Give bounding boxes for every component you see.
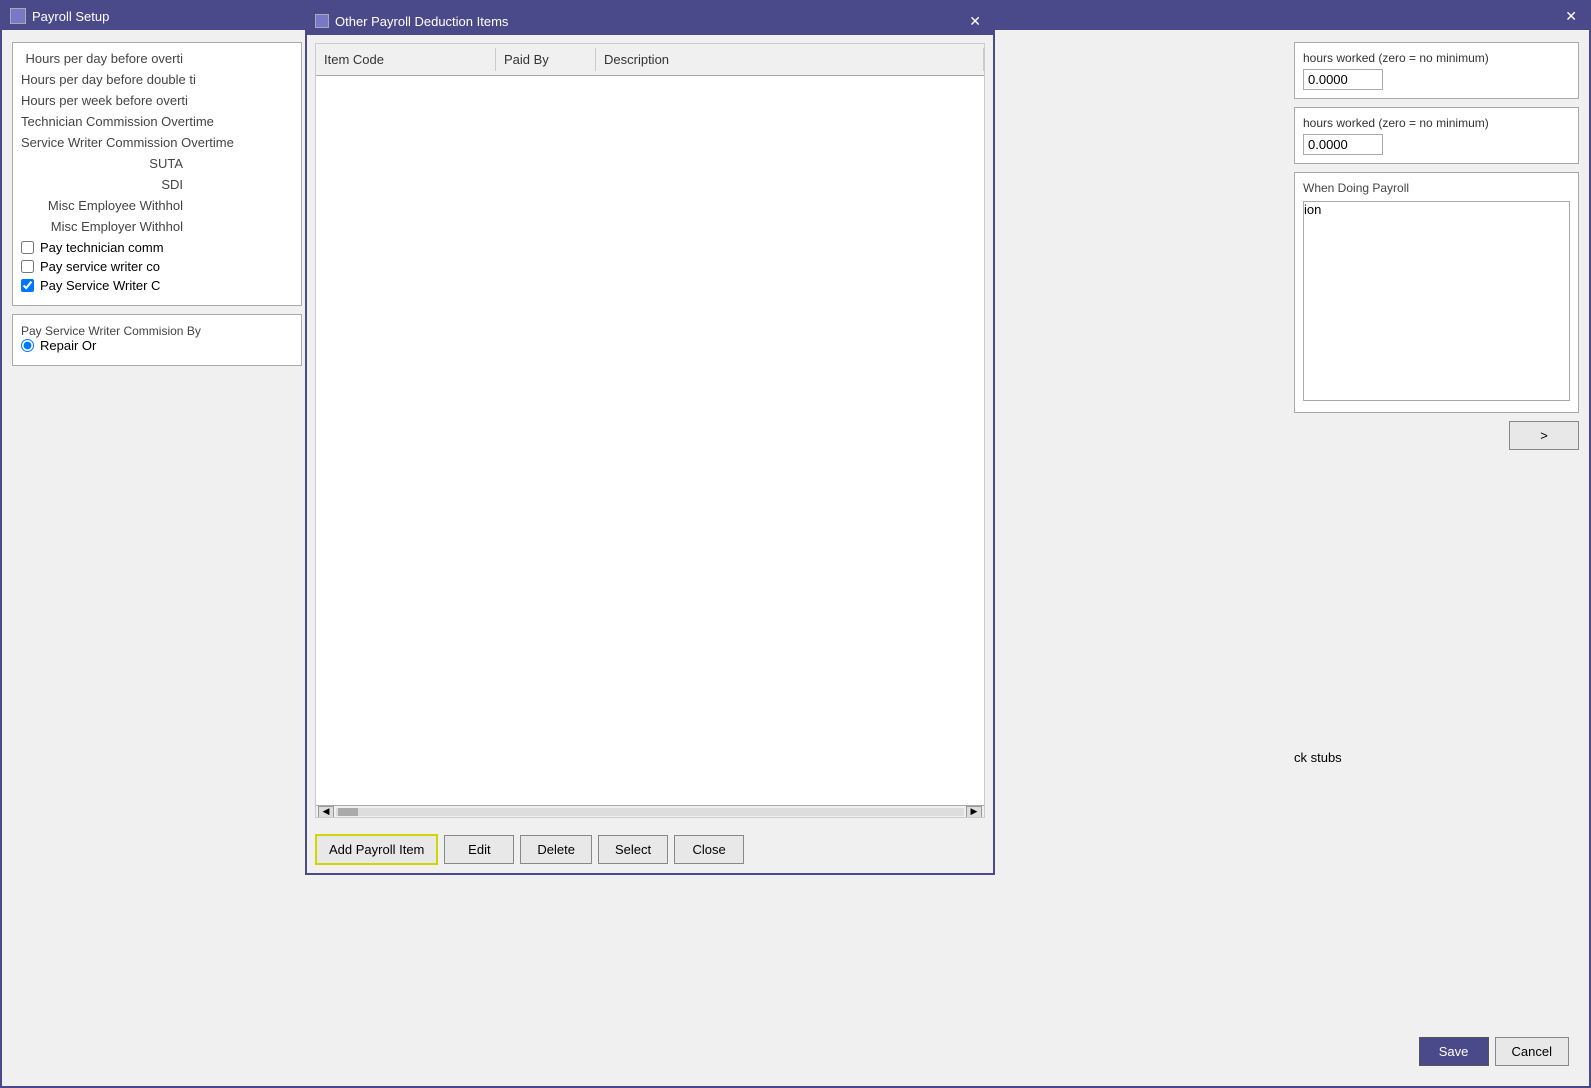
save-button[interactable]: Save (1419, 1037, 1489, 1066)
select-button[interactable]: Select (598, 835, 668, 864)
label-sw-commission: Service Writer Commission Overtime (21, 135, 242, 150)
row-misc-employer: Misc Employer Withhol (21, 219, 293, 234)
checkbox-row-pay-sw: Pay Service Writer C (21, 278, 293, 293)
dialog-close-btn[interactable]: ✕ (965, 13, 985, 30)
row-suta: SUTA (21, 156, 293, 171)
label-tech-commission: Technician Commission Overtime (21, 114, 222, 129)
dialog-title-area: Other Payroll Deduction Items (315, 14, 508, 29)
col-header-item-code: Item Code (316, 48, 496, 71)
right-section-2: hours worked (zero = no minimum) (1294, 107, 1579, 164)
scroll-left-btn[interactable]: ◀ (318, 806, 334, 818)
label-checkbox-sw: Pay service writer co (40, 259, 160, 274)
label-suta: SUTA (21, 156, 191, 171)
checkbox-sw[interactable] (21, 260, 34, 273)
table-body (316, 76, 984, 805)
dialog-title: Other Payroll Deduction Items (335, 14, 508, 29)
dialog-table: Item Code Paid By Description ◀ ▶ (315, 43, 985, 818)
label-checkbox-pay-sw: Pay Service Writer C (40, 278, 160, 293)
right-arrow-btn[interactable]: > (1509, 421, 1579, 450)
right-input-hours-1[interactable] (1303, 69, 1383, 90)
label-hours-overtime: Hours per day before overti (21, 51, 191, 66)
right-section-3: When Doing Payroll ion (1294, 172, 1579, 413)
right-button-area: > (1294, 421, 1579, 450)
dialog-icon (315, 14, 329, 28)
radio-row-repair: Repair Or (21, 338, 293, 353)
row-hours-overtime: Hours per day before overti (21, 51, 293, 66)
dialog-window: Other Payroll Deduction Items ✕ Item Cod… (305, 5, 995, 875)
label-sdi: SDI (21, 177, 191, 192)
when-doing-payroll-label: When Doing Payroll (1303, 181, 1570, 195)
main-window-icon (10, 8, 26, 24)
label-misc-employee: Misc Employee Withhol (21, 198, 191, 213)
right-label-hours-1: hours worked (zero = no minimum) (1303, 51, 1570, 65)
dialog-button-bar: Add Payroll Item Edit Delete Select Clos… (307, 826, 993, 873)
main-title-area: Payroll Setup (10, 8, 109, 24)
scroll-track[interactable] (336, 808, 964, 816)
col-header-description: Description (596, 48, 984, 71)
scroll-right-btn[interactable]: ▶ (966, 806, 982, 818)
main-window-close[interactable]: ✕ (1561, 8, 1581, 25)
row-sw-commission: Service Writer Commission Overtime (21, 135, 293, 150)
left-panel-content: Hours per day before overti Hours per da… (2, 32, 312, 832)
label-radio-repair: Repair Or (40, 338, 96, 353)
delete-button[interactable]: Delete (520, 835, 592, 864)
add-payroll-item-button[interactable]: Add Payroll Item (315, 834, 438, 865)
checkbox-row-sw: Pay service writer co (21, 259, 293, 274)
dialog-content: Item Code Paid By Description ◀ ▶ Add Pa… (307, 35, 993, 873)
commission-section: Pay Service Writer Commision By Repair O… (12, 314, 302, 366)
ck-stubs-label: ck stubs (1294, 750, 1579, 765)
commission-section-label: Pay Service Writer Commision By (21, 324, 201, 338)
row-tech-commission: Technician Commission Overtime (21, 114, 293, 129)
row-hours-week: Hours per week before overti (21, 93, 293, 108)
cancel-button[interactable]: Cancel (1495, 1037, 1569, 1066)
label-hours-week: Hours per week before overti (21, 93, 196, 108)
row-misc-employee: Misc Employee Withhol (21, 198, 293, 213)
checkbox-tech[interactable] (21, 241, 34, 254)
table-header: Item Code Paid By Description (316, 44, 984, 76)
row-sdi: SDI (21, 177, 293, 192)
radio-repair[interactable] (21, 339, 34, 352)
save-cancel-area: Save Cancel (1419, 1037, 1569, 1066)
label-hours-double: Hours per day before double ti (21, 72, 204, 87)
label-misc-employer: Misc Employer Withhol (21, 219, 191, 234)
col-header-paid-by: Paid By (496, 48, 596, 71)
horizontal-scrollbar[interactable]: ◀ ▶ (316, 805, 984, 817)
payroll-notes-textarea[interactable]: ion (1303, 201, 1570, 401)
right-label-hours-2: hours worked (zero = no minimum) (1303, 116, 1570, 130)
close-button[interactable]: Close (674, 835, 744, 864)
edit-button[interactable]: Edit (444, 835, 514, 864)
right-input-hours-2[interactable] (1303, 134, 1383, 155)
dialog-titlebar: Other Payroll Deduction Items ✕ (307, 7, 993, 35)
right-panel-content: hours worked (zero = no minimum) hours w… (1284, 32, 1589, 832)
left-section-box: Hours per day before overti Hours per da… (12, 42, 302, 306)
right-section-1: hours worked (zero = no minimum) (1294, 42, 1579, 99)
checkbox-pay-sw[interactable] (21, 279, 34, 292)
label-checkbox-tech: Pay technician comm (40, 240, 164, 255)
scroll-thumb (338, 808, 358, 816)
checkbox-row-tech: Pay technician comm (21, 240, 293, 255)
main-window-title: Payroll Setup (32, 9, 109, 24)
row-hours-double: Hours per day before double ti (21, 72, 293, 87)
